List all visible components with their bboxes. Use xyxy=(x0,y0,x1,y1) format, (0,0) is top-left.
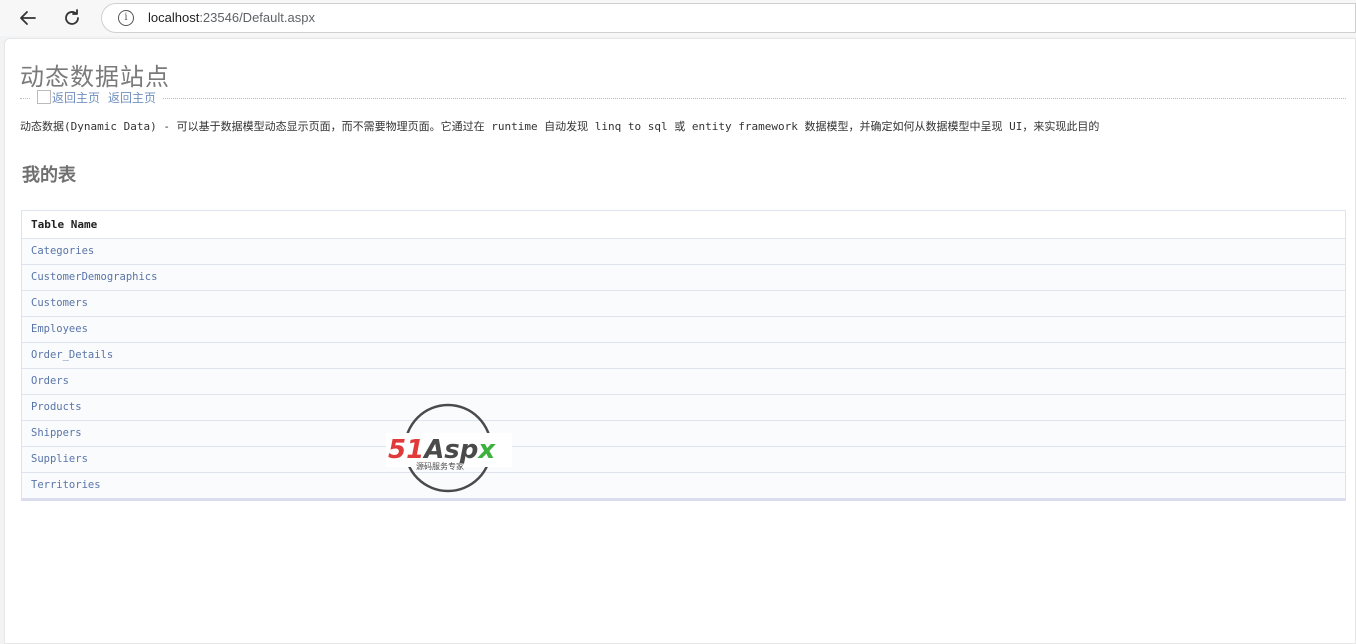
watermark-logo: 51Aspx 源码服务专家 xyxy=(386,403,512,493)
page-description: 动态数据(Dynamic Data) - 可以基于数据模型动态显示页面，而不需要… xyxy=(20,120,1100,133)
table-link[interactable]: Orders xyxy=(31,375,69,387)
table-link[interactable]: Order_Details xyxy=(31,349,113,361)
grid-header: Table Name xyxy=(22,211,1345,239)
url-path: :23546/Default.aspx xyxy=(199,10,315,25)
back-arrow-icon[interactable] xyxy=(16,6,40,30)
table-link[interactable]: Customers xyxy=(31,297,88,309)
table-row: Customers xyxy=(22,291,1345,317)
table-link[interactable]: Employees xyxy=(31,323,88,335)
url-host: localhost xyxy=(148,10,200,25)
section-title: 我的表 xyxy=(22,165,76,186)
title-divider xyxy=(20,98,1346,99)
tables-grid: Table Name Categories CustomerDemographi… xyxy=(21,210,1346,501)
address-bar[interactable]: i localhost:23546/Default.aspx xyxy=(101,3,1356,33)
watermark-brand-dark: Asp xyxy=(422,435,478,465)
reload-icon[interactable] xyxy=(60,6,84,30)
home-link-image-alt: 返回主页 xyxy=(52,91,101,105)
table-row: CustomerDemographics xyxy=(22,265,1345,291)
home-link[interactable]: 返回主页 xyxy=(108,91,156,105)
table-row: Suppliers xyxy=(22,447,1345,473)
url-text[interactable]: localhost:23546/Default.aspx xyxy=(148,10,315,25)
table-link[interactable]: Suppliers xyxy=(31,453,88,465)
watermark-brand-green: x xyxy=(476,435,496,465)
table-row: Orders xyxy=(22,369,1345,395)
page-content: 动态数据站点 返回主页 返回主页 动态数据(Dynamic Data) - 可以基… xyxy=(4,38,1356,644)
table-link[interactable]: Shippers xyxy=(31,427,82,439)
table-row: Territories xyxy=(22,473,1345,498)
browser-toolbar: i localhost:23546/Default.aspx xyxy=(0,0,1356,36)
table-row: Order_Details xyxy=(22,343,1345,369)
table-row: Categories xyxy=(22,239,1345,265)
svg-text:51Aspx: 51Aspx xyxy=(388,435,496,465)
home-link-area: 返回主页 返回主页 xyxy=(31,89,163,106)
table-link[interactable]: Categories xyxy=(31,245,94,257)
table-link[interactable]: CustomerDemographics xyxy=(31,271,157,283)
table-link[interactable]: Territories xyxy=(31,479,101,491)
watermark-tagline: 源码服务专家 xyxy=(416,461,464,471)
table-row: Shippers xyxy=(22,421,1345,447)
home-link-image[interactable]: 返回主页 xyxy=(37,90,101,105)
table-link[interactable]: Products xyxy=(31,401,82,413)
site-info-icon[interactable]: i xyxy=(118,10,134,26)
broken-image-icon xyxy=(37,90,51,104)
page-title: 动态数据站点 xyxy=(20,63,170,91)
watermark-brand-red: 51 xyxy=(388,435,424,465)
table-row: Products xyxy=(22,395,1345,421)
table-row: Employees xyxy=(22,317,1345,343)
